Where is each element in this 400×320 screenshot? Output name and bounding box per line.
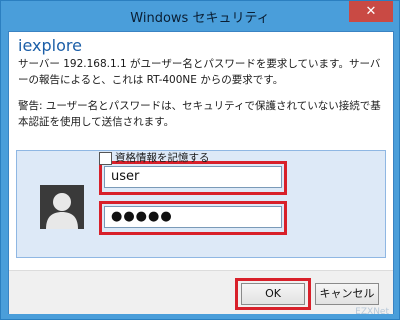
window-title: Windows セキュリティ (130, 11, 270, 26)
auth-message: サーバー 192.168.1.1 がユーザー名とパスワードを要求しています。サー… (18, 58, 381, 86)
username-field[interactable]: user (104, 166, 282, 188)
dialog-content: iexplore サーバー 192.168.1.1 がユーザー名とパスワードを要… (8, 31, 394, 314)
title-bar[interactable]: Windows セキュリティ ✕ (1, 1, 399, 31)
security-dialog: Windows セキュリティ ✕ iexplore サーバー 192.168.1… (0, 0, 400, 320)
ok-button[interactable]: OK (241, 283, 305, 305)
remember-credentials-label[interactable]: 資格情報を記憶する (115, 150, 210, 165)
button-bar: OK キャンセル (9, 270, 393, 314)
credential-panel: user ●●●●● (16, 150, 386, 258)
close-button[interactable]: ✕ (349, 1, 393, 22)
security-warning: 警告: ユーザー名とパスワードは、セキュリティで保護されていない接続で基本認証を… (18, 100, 381, 128)
cancel-button[interactable]: キャンセル (315, 283, 379, 305)
close-icon: ✕ (365, 4, 377, 19)
app-name: iexplore (18, 36, 82, 55)
remember-credentials-checkbox[interactable] (99, 152, 112, 165)
password-field[interactable]: ●●●●● (104, 206, 282, 228)
user-avatar-icon (40, 185, 84, 229)
watermark-text: EZXNet (355, 307, 389, 317)
